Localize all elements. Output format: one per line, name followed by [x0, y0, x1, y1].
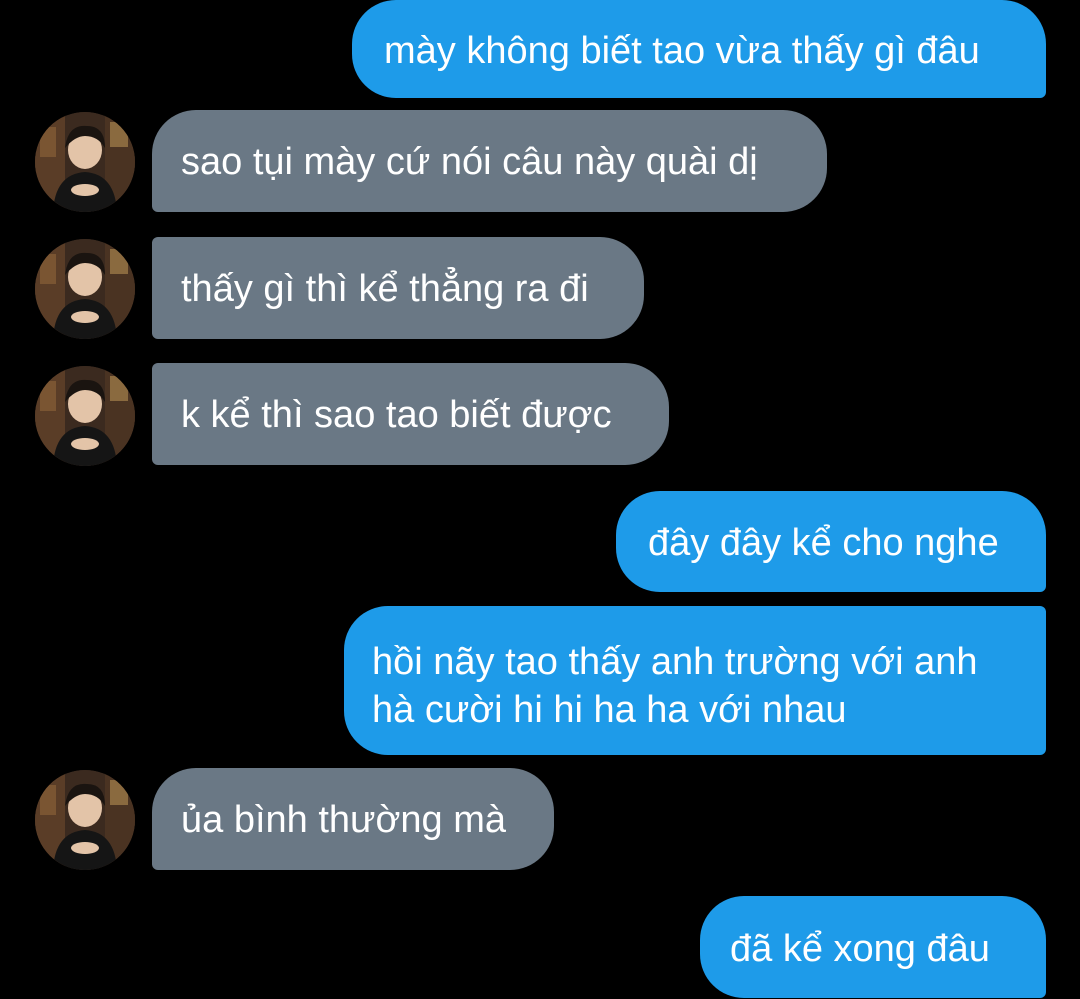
sent-message-bubble[interactable]: đây đây kể cho nghe — [616, 491, 1046, 592]
received-message-bubble[interactable]: ủa bình thường mà — [152, 768, 554, 870]
message-text: k kể thì sao tao biết được — [181, 394, 612, 436]
contact-avatar-icon[interactable] — [35, 366, 135, 466]
message-text: ủa bình thường mà — [181, 799, 507, 841]
message-text: sao tụi mày cứ nói câu này quài dị — [181, 141, 758, 183]
sent-message-bubble[interactable]: mày không biết tao vừa thấy gì đâu — [352, 0, 1046, 98]
sent-message-bubble[interactable]: hồi nãy tao thấy anh trường với anh hà c… — [344, 606, 1046, 755]
message-thread: mày không biết tao vừa thấy gì đâu sao t… — [0, 0, 1080, 999]
received-message-bubble[interactable]: sao tụi mày cứ nói câu này quài dị — [152, 110, 827, 212]
contact-avatar-icon[interactable] — [35, 112, 135, 212]
message-text-line: hồi nãy tao thấy anh trường với anh — [372, 641, 978, 683]
contact-avatar-icon[interactable] — [35, 770, 135, 870]
message-text: đã kể xong đâu — [730, 928, 990, 970]
message-text: đây đây kể cho nghe — [648, 522, 999, 564]
message-text-line: hà cười hi hi ha ha với nhau — [372, 689, 847, 731]
received-message-bubble[interactable]: thấy gì thì kể thẳng ra đi — [152, 237, 644, 339]
message-text: mày không biết tao vừa thấy gì đâu — [384, 30, 980, 72]
contact-avatar-icon[interactable] — [35, 239, 135, 339]
sent-message-bubble[interactable]: đã kể xong đâu — [700, 896, 1046, 998]
message-text: thấy gì thì kể thẳng ra đi — [181, 268, 589, 310]
received-message-bubble[interactable]: k kể thì sao tao biết được — [152, 363, 669, 465]
